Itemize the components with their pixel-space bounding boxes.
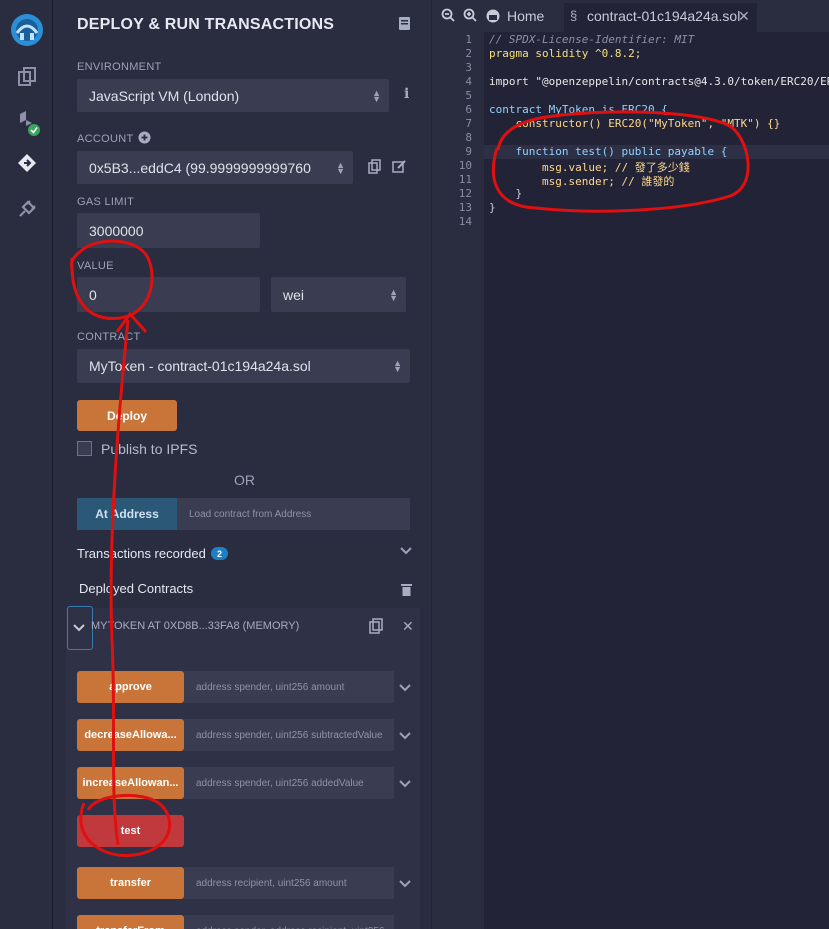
annotation-circle-test (79, 793, 172, 857)
red-annotation-overlay (70, 110, 750, 857)
annotation-circle-code (491, 110, 750, 213)
annotation-circle-value (70, 239, 154, 320)
annotation-arrow-line (109, 319, 130, 846)
